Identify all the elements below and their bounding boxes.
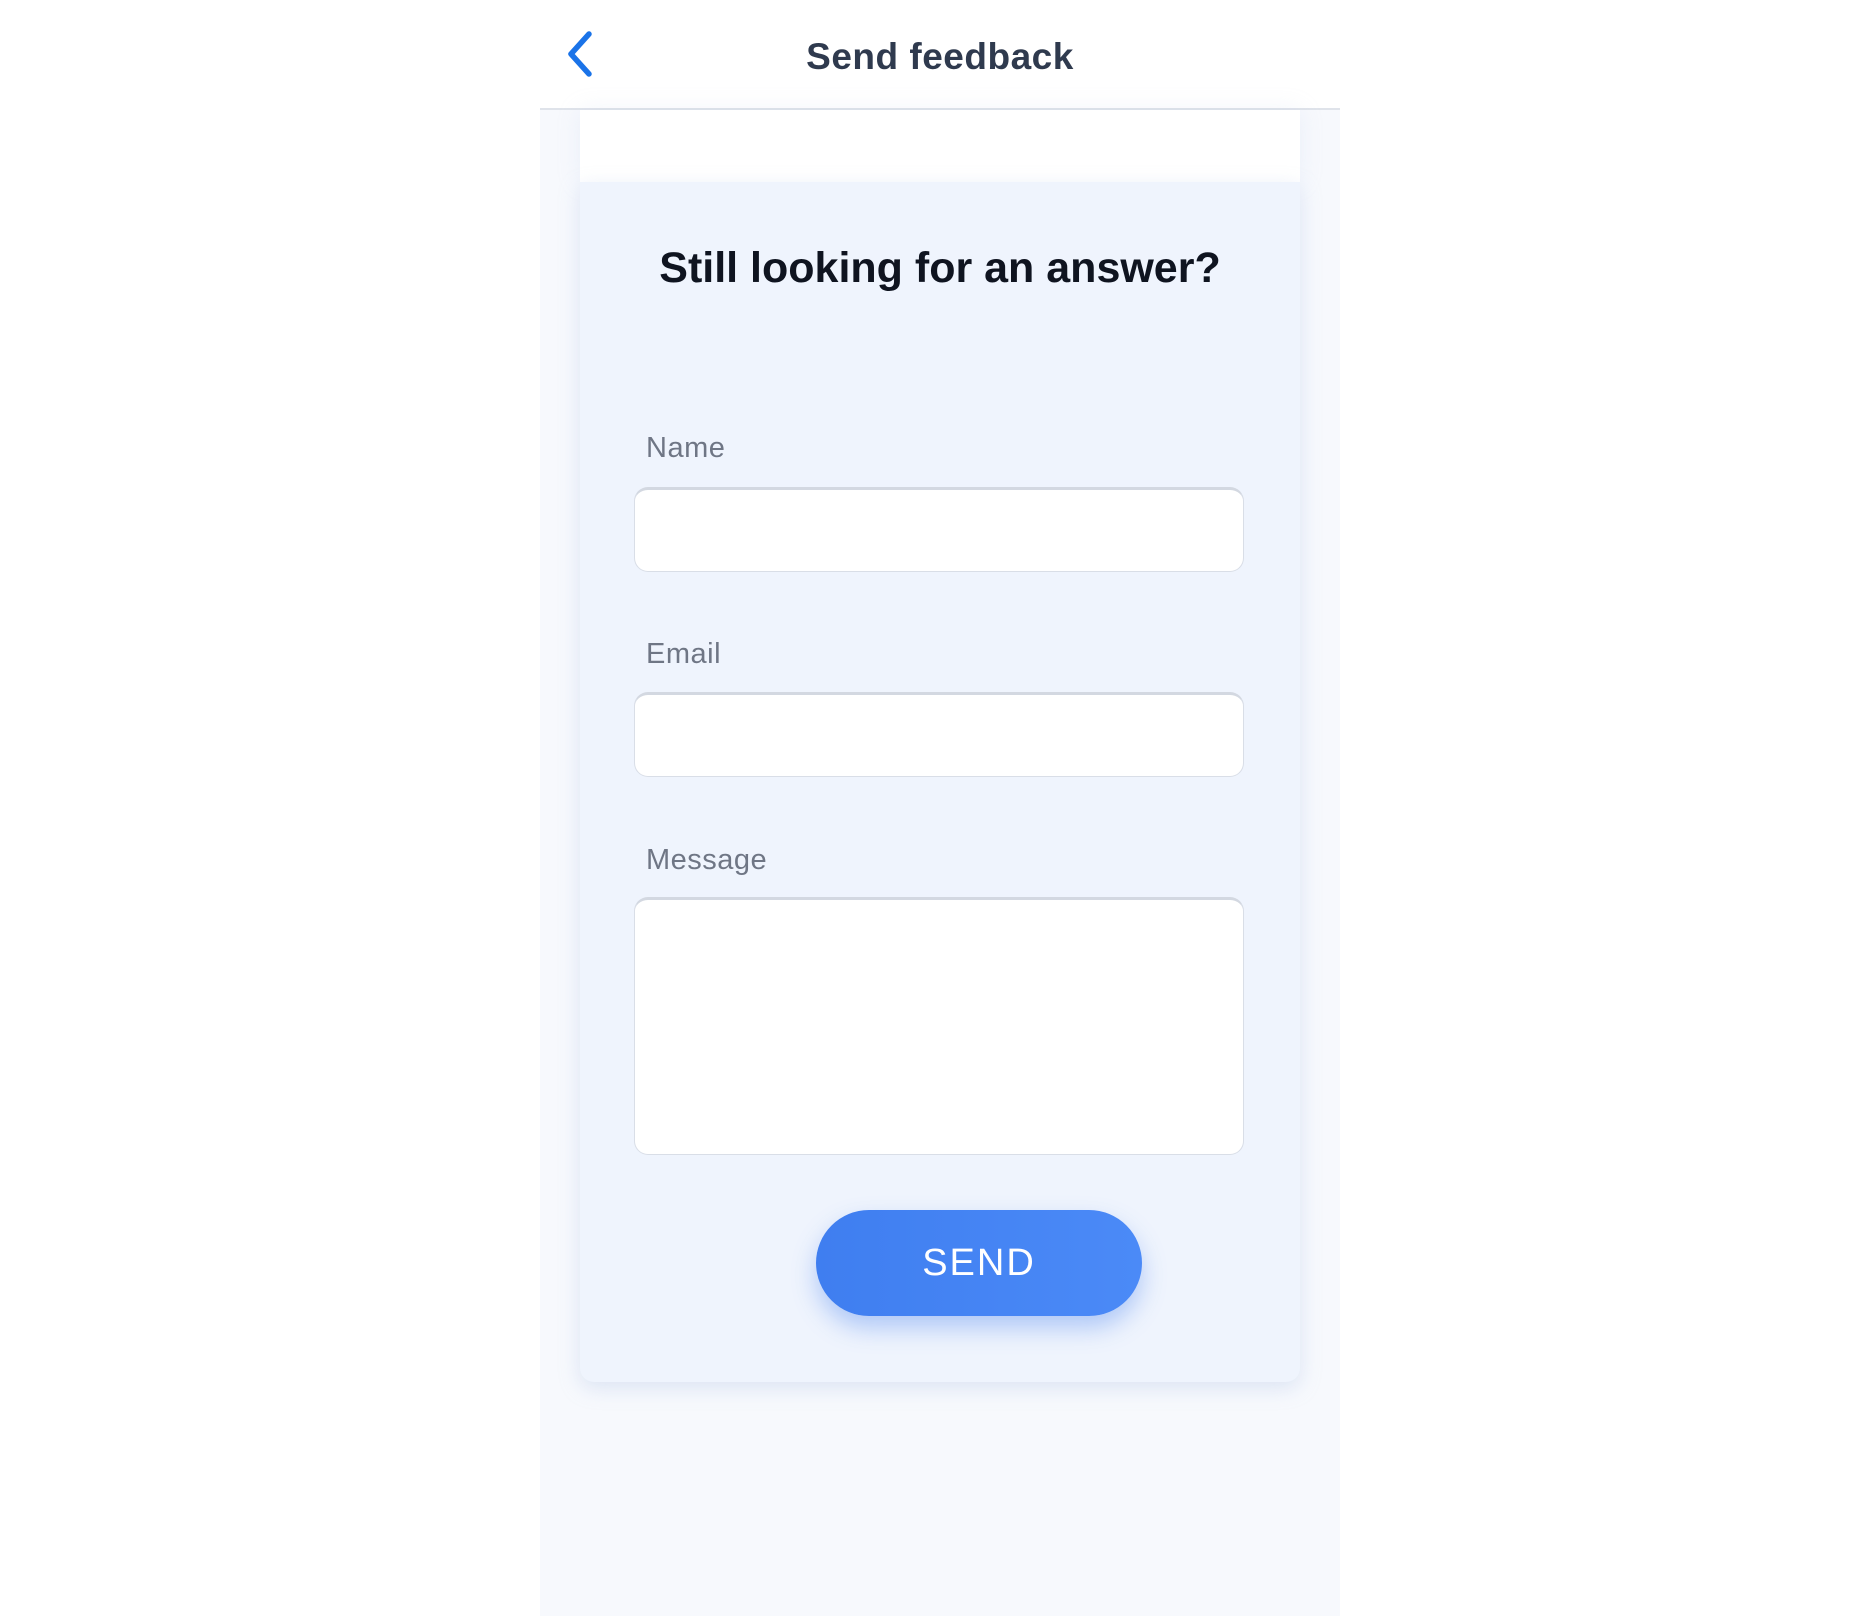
email-label: Email — [646, 638, 722, 670]
email-input[interactable] — [634, 692, 1244, 777]
feedback-card: Still looking for an answer? Name Email … — [580, 182, 1300, 1382]
message-label: Message — [646, 844, 768, 876]
card-heading: Still looking for an answer? — [659, 244, 1221, 292]
message-textarea[interactable] — [634, 897, 1244, 1155]
phone-screen: Send feedback Still looking for an answe… — [540, 0, 1340, 1616]
name-label: Name — [646, 432, 726, 464]
top-app-bar: Send feedback — [540, 0, 1340, 110]
name-input[interactable] — [634, 487, 1244, 572]
previous-card-bottom — [580, 110, 1300, 182]
page-title: Send feedback — [806, 36, 1074, 77]
send-button[interactable]: SEND — [816, 1210, 1142, 1316]
